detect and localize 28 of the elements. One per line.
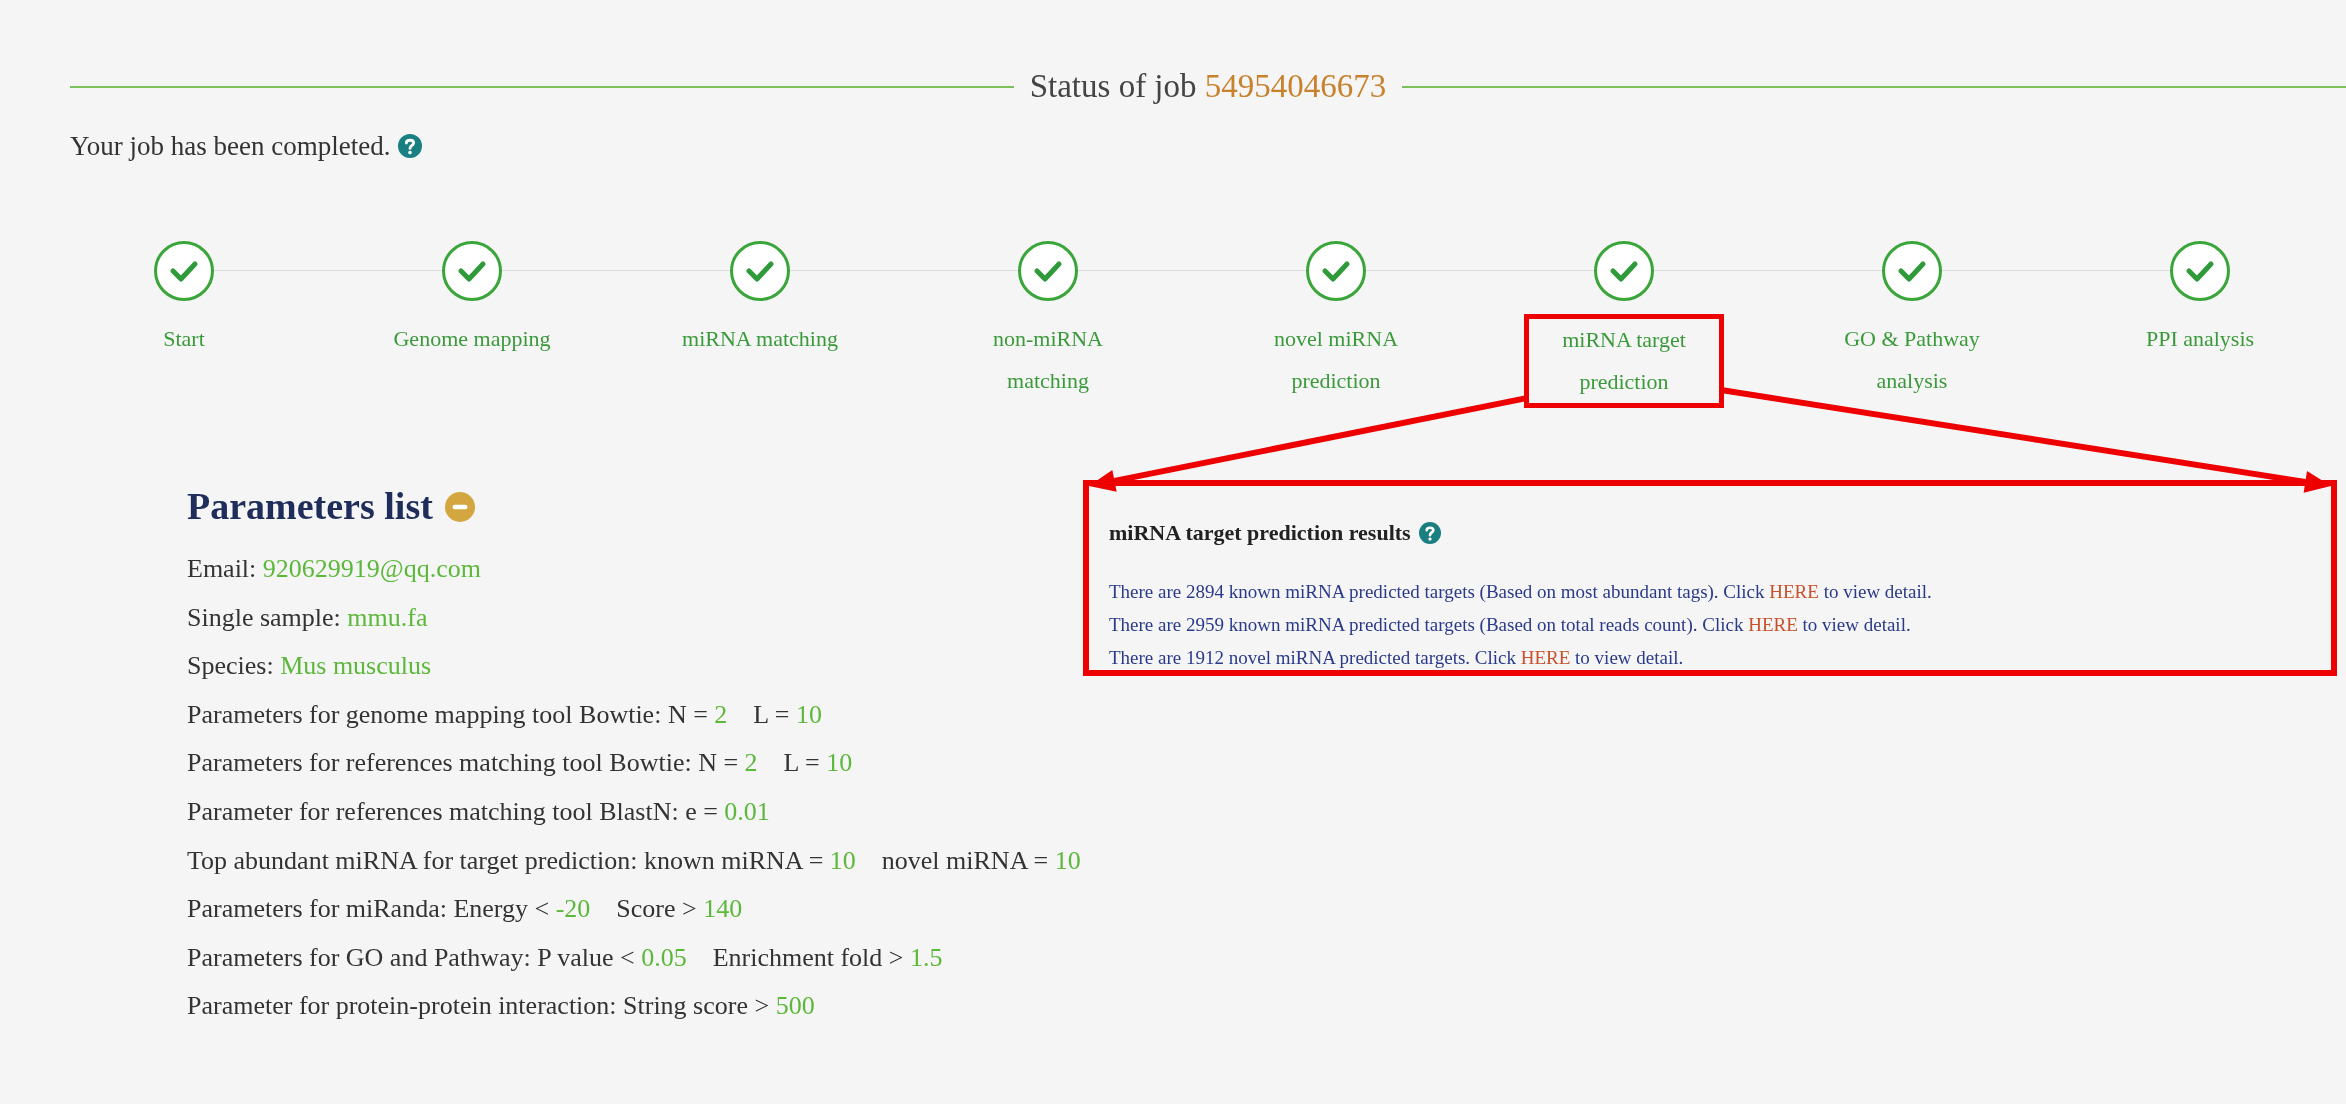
step-label[interactable]: miRNA target prediction <box>1524 314 1724 408</box>
result-line: There are 2894 known miRNA predicted targets (Based on most abundant tags). Click HERE to view detail. <box>1109 580 1933 604</box>
section-heading: Parameters list <box>187 484 433 529</box>
parameter-line: Parameters for references matching tool Bowtie: N = 2 L = 10 <box>187 747 854 780</box>
step-label[interactable]: Genome mapping <box>384 318 560 360</box>
parameter-line: Parameters for GO and Pathway: P value < 0.05 Enrichment fold > 1.5 <box>187 941 944 974</box>
step-label[interactable]: GO & Pathway analysis <box>1824 318 2000 402</box>
results-title: miRNA target prediction results <box>1109 519 1411 547</box>
result-line: There are 2959 known miRNA predicted targets (Based on total reads count). Click HERE to view detail. <box>1109 613 1912 637</box>
parameter-line: Top abundant miRNA for target prediction: known miRNA = 10 novel miRNA = 10 <box>187 844 1081 877</box>
step-label[interactable]: miRNA matching <box>672 318 848 360</box>
result-line: There are 1912 novel miRNA predicted targets. Click HERE to view detail. <box>1109 646 1685 670</box>
status-message: Your job has been completed. <box>70 129 391 163</box>
step-label[interactable]: Start <box>96 318 272 360</box>
here-link[interactable]: HERE <box>1748 614 1798 635</box>
parameter-line: Parameters for genome mapping tool Bowtie: N = 2 L = 10 <box>187 698 823 731</box>
parameter-line: Parameter for references matching tool BlastN: e = 0.01 <box>187 795 771 828</box>
page-title: Status of job 54954046673 <box>1028 67 1388 106</box>
parameter-line: Parameters for miRanda: Energy < -20 Score > 140 <box>187 893 744 926</box>
parameter-line: Parameter for protein-protein interaction: String score > 500 <box>187 990 816 1023</box>
here-link[interactable]: HERE <box>1769 581 1819 602</box>
parameter-line: Email: 920629919@qq.com <box>187 553 483 585</box>
parameter-line: Single sample: mmu.fa <box>187 601 429 634</box>
step-label[interactable]: novel miRNA prediction <box>1248 318 1424 402</box>
step-label[interactable]: PPI analysis <box>2112 318 2288 360</box>
parameter-line: Species: Mus musculus <box>187 650 433 683</box>
here-link[interactable]: HERE <box>1520 647 1571 668</box>
step-label[interactable]: non-miRNA matching <box>960 318 1136 402</box>
